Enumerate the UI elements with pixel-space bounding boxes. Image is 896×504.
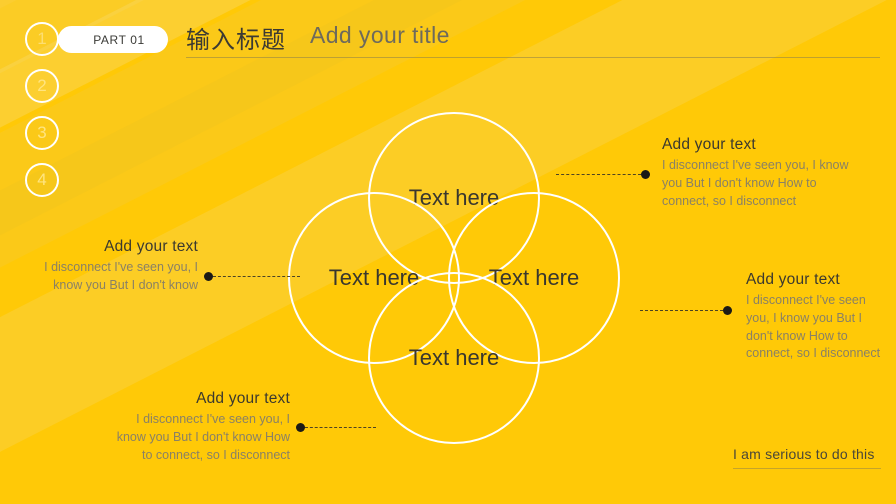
part-badge-label: PART 01 [93,32,145,47]
connector-bottom-left [296,422,376,432]
footer-note-underline [733,468,881,469]
venn-circle-bottom[interactable]: Text here [368,272,540,444]
part-badge[interactable]: PART 01 [58,26,168,53]
callout-mid-right: Add your text I disconnect I've seen you… [746,271,886,363]
connector-dot [723,305,732,315]
connector-dot [204,271,213,281]
title-divider [186,57,880,58]
page-title-en: Add your title [310,22,450,48]
callout-mid-left-body: I disconnect I've seen you, I know you B… [44,260,198,292]
rail-item-2[interactable]: 2 [25,69,59,103]
callout-bottom-left: Add your text I disconnect I've seen you… [104,390,290,464]
callout-mid-left: Add your text I disconnect I've seen you… [40,238,198,295]
page-title-cn: 输入标题 [186,26,286,54]
rail-item-4[interactable]: 4 [25,163,59,197]
callout-top-right-body: I disconnect I've seen you, I know you B… [662,158,849,208]
connector-line [305,426,376,428]
callout-mid-right-heading: Add your text [746,271,840,288]
callout-top-right: Add your text I disconnect I've seen you… [662,136,862,210]
connector-mid-left [204,271,300,281]
rail-item-1[interactable]: 1 [25,22,59,56]
connector-dot [641,169,650,179]
callout-mid-left-heading: Add your text [104,238,198,255]
callout-bottom-left-body: I disconnect I've seen you, I know you B… [116,412,290,462]
callout-bottom-left-heading: Add your text [196,390,290,407]
connector-line [213,275,300,277]
connector-top-right [556,169,650,179]
venn-diagram: Text here Text here Text here Text here [288,112,620,444]
slide-header: PART 01 输入标题 Add your title [0,0,896,72]
rail-item-3[interactable]: 3 [25,116,59,150]
connector-line [556,173,641,175]
callout-mid-right-body: I disconnect I've seen you, I know you B… [746,293,881,361]
rail-item-2-label: 2 [37,76,47,95]
footer-note: I am serious to do this [733,446,875,462]
connector-mid-right [640,305,732,315]
rail-item-1-label: 1 [37,29,47,48]
callout-top-right-heading: Add your text [662,136,756,153]
slide-canvas: PART 01 输入标题 Add your title 1 2 3 4 Text… [0,0,896,504]
venn-circle-bottom-label: Text here [408,345,500,371]
connector-line [640,309,723,311]
connector-dot [296,422,305,432]
rail-item-3-label: 3 [37,123,47,142]
rail-item-4-label: 4 [37,170,47,189]
